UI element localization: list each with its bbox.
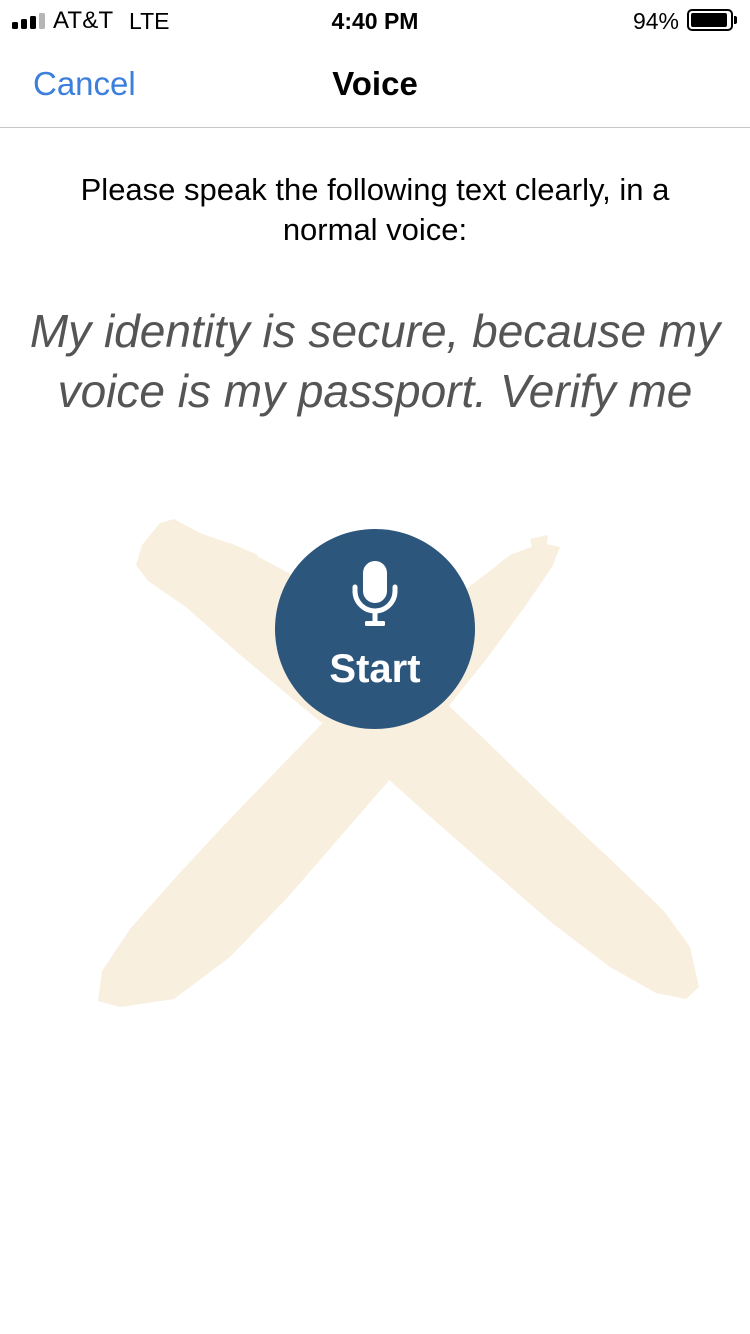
navigation-bar: Voice Cancel (0, 40, 750, 128)
start-label: Start (329, 647, 421, 691)
passphrase-text: My identity is secure, because my voice … (29, 305, 721, 417)
instruction-text: Please speak the following text clearly,… (80, 172, 670, 247)
battery-level (691, 13, 727, 27)
start-recording-button[interactable]: Start (275, 529, 475, 729)
battery-percent: 94% (632, 8, 679, 34)
battery-icon (687, 9, 737, 31)
cancel-button[interactable]: Cancel (33, 64, 136, 104)
microphone-icon (352, 561, 398, 626)
status-bar: AT&T LTE 4:40 PM 94% (0, 0, 750, 40)
